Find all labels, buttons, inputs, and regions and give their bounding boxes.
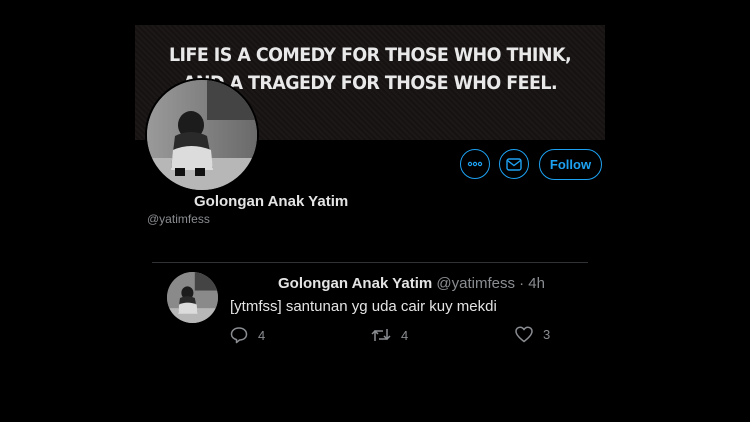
person-sitting-photo-icon: [167, 272, 218, 323]
banner-quote-line-1: LIFE IS A COMEDY FOR THOSE WHO THINK,: [168, 44, 572, 66]
tweet-separator: ·: [519, 275, 525, 292]
tweet-author-name[interactable]: Golongan Anak Yatim: [278, 275, 432, 292]
tweet-timestamp[interactable]: 4h: [528, 275, 545, 292]
reply-icon: [230, 327, 248, 344]
reply-count: 4: [258, 327, 266, 343]
heart-icon: [515, 326, 533, 343]
divider: [152, 262, 588, 263]
mail-icon: [506, 157, 522, 171]
profile-avatar[interactable]: [145, 78, 259, 192]
tweet-author-handle[interactable]: @yatimfess: [436, 275, 515, 292]
reply-button[interactable]: 4: [230, 326, 265, 344]
profile-name: Golongan Anak Yatim: [194, 193, 349, 210]
follow-button[interactable]: Follow: [539, 149, 602, 180]
retweet-button[interactable]: 4: [371, 326, 408, 344]
profile-handle: @yatimfess: [147, 212, 210, 226]
retweet-icon: [371, 329, 391, 341]
profile-page: LIFE IS A COMEDY FOR THOSE WHO THINK, AN…: [0, 0, 750, 422]
like-button[interactable]: 3: [515, 326, 550, 343]
more-button[interactable]: [460, 149, 490, 179]
like-count: 3: [543, 327, 551, 342]
tweet-avatar[interactable]: [167, 272, 218, 323]
tweet-header: Golongan Anak Yatim @yatimfess · 4h: [278, 275, 545, 292]
more-icon: [467, 161, 483, 167]
tweet-text: [ytmfss] santunan yg uda cair kuy mekdi: [230, 298, 497, 315]
person-sitting-photo-icon: [147, 80, 257, 190]
retweet-count: 4: [401, 327, 409, 343]
message-button[interactable]: [499, 149, 529, 179]
